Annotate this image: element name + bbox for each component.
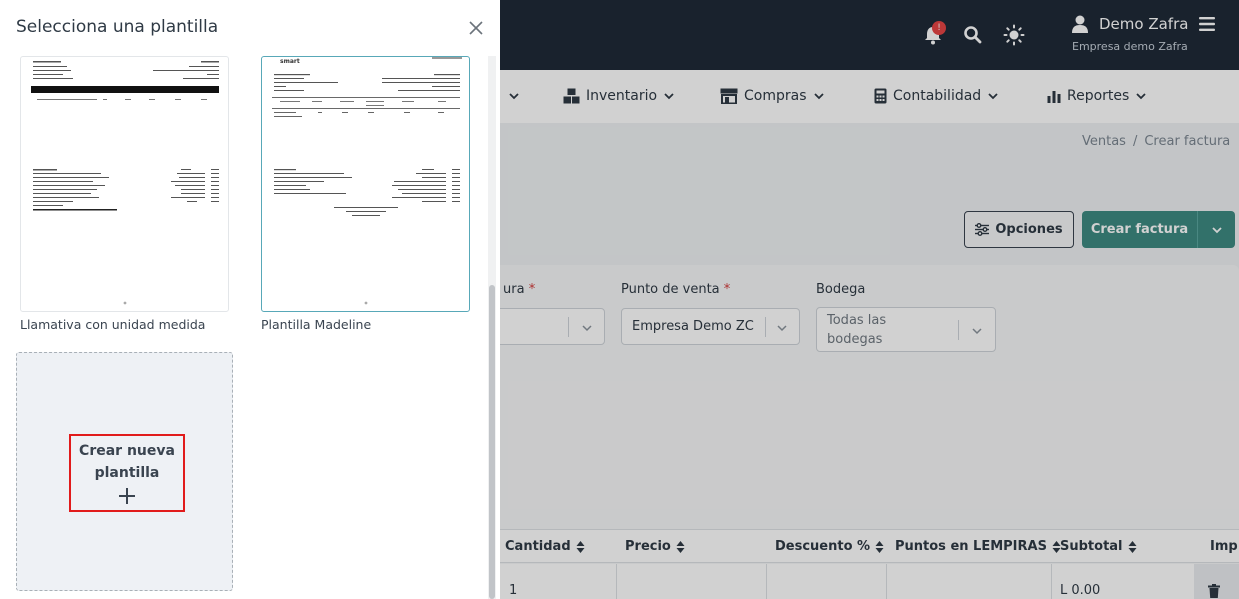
- drawer-title: Selecciona una plantilla: [16, 17, 219, 37]
- plus-icon: [119, 488, 135, 504]
- template-picker-drawer: Selecciona una plantilla Llamativa con u…: [0, 0, 500, 599]
- create-template-card[interactable]: Crear nueva plantilla: [16, 352, 233, 591]
- svg-text:smart: smart: [280, 58, 300, 65]
- template-preview: smart: [272, 57, 462, 305]
- create-template-highlight[interactable]: Crear nueva plantilla: [69, 434, 185, 512]
- template-name[interactable]: Plantilla Madeline: [261, 317, 371, 332]
- template-card-madeline[interactable]: smart: [261, 56, 470, 312]
- create-template-label: Crear nueva plantilla: [79, 443, 175, 481]
- close-icon[interactable]: [468, 20, 484, 36]
- template-preview: [31, 61, 219, 305]
- template-card-llamativa[interactable]: [20, 56, 229, 312]
- scrollbar-thumb[interactable]: [489, 285, 495, 599]
- template-name[interactable]: Llamativa con unidad medida: [20, 317, 205, 332]
